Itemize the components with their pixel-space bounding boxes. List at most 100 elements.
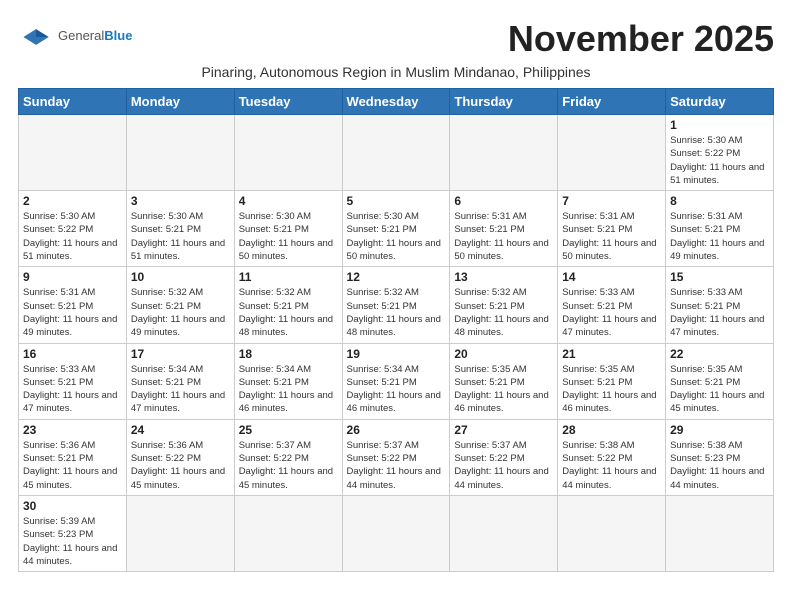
day-info: Sunrise: 5:34 AM Sunset: 5:21 PM Dayligh… xyxy=(131,363,230,416)
day-info: Sunrise: 5:34 AM Sunset: 5:21 PM Dayligh… xyxy=(239,363,338,416)
day-number: 6 xyxy=(454,194,553,208)
calendar-table: SundayMondayTuesdayWednesdayThursdayFrid… xyxy=(18,88,774,572)
day-info: Sunrise: 5:31 AM Sunset: 5:21 PM Dayligh… xyxy=(23,286,122,339)
calendar-day-cell: 8 Sunrise: 5:31 AM Sunset: 5:21 PM Daylig… xyxy=(666,191,774,267)
day-number: 13 xyxy=(454,270,553,284)
weekday-header-sunday: Sunday xyxy=(19,89,127,115)
calendar-day-cell: 10 Sunrise: 5:32 AM Sunset: 5:21 PM Dayli… xyxy=(126,267,234,343)
calendar-week-row: 30 Sunrise: 5:39 AM Sunset: 5:23 PM Dayli… xyxy=(19,495,774,571)
logo-blue-text: Blue xyxy=(104,28,132,43)
day-info: Sunrise: 5:31 AM Sunset: 5:21 PM Dayligh… xyxy=(670,210,769,263)
calendar-day-cell: 25Sunrise: 5:37 AM Sunset: 5:22 PM Dayli… xyxy=(234,419,342,495)
calendar-day-cell: 4 Sunrise: 5:30 AM Sunset: 5:21 PM Daylig… xyxy=(234,191,342,267)
weekday-header-saturday: Saturday xyxy=(666,89,774,115)
weekday-header-friday: Friday xyxy=(558,89,666,115)
calendar-day-cell: 6 Sunrise: 5:31 AM Sunset: 5:21 PM Daylig… xyxy=(450,191,558,267)
calendar-day-cell: 24Sunrise: 5:36 AM Sunset: 5:22 PM Dayli… xyxy=(126,419,234,495)
day-number: 26 xyxy=(347,423,446,437)
day-number: 29 xyxy=(670,423,769,437)
day-number: 30 xyxy=(23,499,122,513)
day-info: Sunrise: 5:36 AM Sunset: 5:21 PM Dayligh… xyxy=(23,439,122,492)
page-container: GeneralBlue November 2025 Pinaring, Auto… xyxy=(18,18,774,572)
day-number: 4 xyxy=(239,194,338,208)
day-number: 7 xyxy=(562,194,661,208)
logo-general-text: General xyxy=(58,28,104,43)
calendar-day-cell: 11Sunrise: 5:32 AM Sunset: 5:21 PM Dayli… xyxy=(234,267,342,343)
day-number: 27 xyxy=(454,423,553,437)
weekday-header-wednesday: Wednesday xyxy=(342,89,450,115)
calendar-day-cell: 12Sunrise: 5:32 AM Sunset: 5:21 PM Dayli… xyxy=(342,267,450,343)
calendar-day-cell: 2Sunrise: 5:30 AM Sunset: 5:22 PM Daylig… xyxy=(19,191,127,267)
day-number: 5 xyxy=(347,194,446,208)
calendar-day-cell xyxy=(342,115,450,191)
day-number: 3 xyxy=(131,194,230,208)
day-number: 21 xyxy=(562,347,661,361)
day-info: Sunrise: 5:30 AM Sunset: 5:21 PM Dayligh… xyxy=(347,210,446,263)
weekday-header-monday: Monday xyxy=(126,89,234,115)
calendar-day-cell: 16 Sunrise: 5:33 AM Sunset: 5:21 PM Dayli… xyxy=(19,343,127,419)
calendar-day-cell: 20 Sunrise: 5:35 AM Sunset: 5:21 PM Dayli… xyxy=(450,343,558,419)
calendar-day-cell xyxy=(234,495,342,571)
day-info: Sunrise: 5:37 AM Sunset: 5:22 PM Dayligh… xyxy=(347,439,446,492)
day-number: 16 xyxy=(23,347,122,361)
day-number: 22 xyxy=(670,347,769,361)
day-number: 19 xyxy=(347,347,446,361)
day-info: Sunrise: 5:37 AM Sunset: 5:22 PM Dayligh… xyxy=(454,439,553,492)
day-info: Sunrise: 5:31 AM Sunset: 5:21 PM Dayligh… xyxy=(562,210,661,263)
calendar-day-cell: 30 Sunrise: 5:39 AM Sunset: 5:23 PM Dayli… xyxy=(19,495,127,571)
day-info: Sunrise: 5:33 AM Sunset: 5:21 PM Dayligh… xyxy=(23,363,122,416)
calendar-week-row: 16 Sunrise: 5:33 AM Sunset: 5:21 PM Dayli… xyxy=(19,343,774,419)
weekday-header-thursday: Thursday xyxy=(450,89,558,115)
day-info: Sunrise: 5:35 AM Sunset: 5:21 PM Dayligh… xyxy=(670,363,769,416)
calendar-day-cell: 19 Sunrise: 5:34 AM Sunset: 5:21 PM Dayli… xyxy=(342,343,450,419)
calendar-day-cell: 17 Sunrise: 5:34 AM Sunset: 5:21 PM Dayli… xyxy=(126,343,234,419)
calendar-day-cell: 9 Sunrise: 5:31 AM Sunset: 5:21 PM Daylig… xyxy=(19,267,127,343)
day-number: 20 xyxy=(454,347,553,361)
day-info: Sunrise: 5:32 AM Sunset: 5:21 PM Dayligh… xyxy=(131,286,230,339)
day-number: 10 xyxy=(131,270,230,284)
calendar-day-cell: 15Sunrise: 5:33 AM Sunset: 5:21 PM Dayli… xyxy=(666,267,774,343)
calendar-day-cell xyxy=(450,495,558,571)
day-number: 18 xyxy=(239,347,338,361)
day-info: Sunrise: 5:31 AM Sunset: 5:21 PM Dayligh… xyxy=(454,210,553,263)
day-info: Sunrise: 5:35 AM Sunset: 5:21 PM Dayligh… xyxy=(562,363,661,416)
calendar-day-cell xyxy=(126,495,234,571)
day-info: Sunrise: 5:32 AM Sunset: 5:21 PM Dayligh… xyxy=(347,286,446,339)
day-number: 9 xyxy=(23,270,122,284)
month-title: November 2025 xyxy=(508,18,774,60)
calendar-day-cell xyxy=(234,115,342,191)
day-number: 8 xyxy=(670,194,769,208)
calendar-day-cell xyxy=(666,495,774,571)
day-number: 2 xyxy=(23,194,122,208)
calendar-day-cell: 21 Sunrise: 5:35 AM Sunset: 5:21 PM Dayli… xyxy=(558,343,666,419)
logo-area: GeneralBlue xyxy=(18,18,132,48)
day-info: Sunrise: 5:37 AM Sunset: 5:22 PM Dayligh… xyxy=(239,439,338,492)
day-number: 1 xyxy=(670,118,769,132)
calendar-week-row: 1 Sunrise: 5:30 AM Sunset: 5:22 PM Daylig… xyxy=(19,115,774,191)
calendar-day-cell xyxy=(450,115,558,191)
generalblue-logo-icon xyxy=(18,26,54,48)
day-info: Sunrise: 5:39 AM Sunset: 5:23 PM Dayligh… xyxy=(23,515,122,568)
day-number: 17 xyxy=(131,347,230,361)
subtitle: Pinaring, Autonomous Region in Muslim Mi… xyxy=(18,64,774,80)
day-number: 23 xyxy=(23,423,122,437)
calendar-day-cell: 23 Sunrise: 5:36 AM Sunset: 5:21 PM Dayli… xyxy=(19,419,127,495)
calendar-day-cell xyxy=(342,495,450,571)
weekday-header-tuesday: Tuesday xyxy=(234,89,342,115)
day-info: Sunrise: 5:38 AM Sunset: 5:23 PM Dayligh… xyxy=(670,439,769,492)
calendar-day-cell: 18 Sunrise: 5:34 AM Sunset: 5:21 PM Dayli… xyxy=(234,343,342,419)
calendar-week-row: 23 Sunrise: 5:36 AM Sunset: 5:21 PM Dayli… xyxy=(19,419,774,495)
calendar-day-cell: 7 Sunrise: 5:31 AM Sunset: 5:21 PM Daylig… xyxy=(558,191,666,267)
day-info: Sunrise: 5:30 AM Sunset: 5:22 PM Dayligh… xyxy=(670,134,769,187)
calendar-day-cell: 28Sunrise: 5:38 AM Sunset: 5:22 PM Dayli… xyxy=(558,419,666,495)
calendar-day-cell: 13Sunrise: 5:32 AM Sunset: 5:21 PM Dayli… xyxy=(450,267,558,343)
calendar-day-cell: 29 Sunrise: 5:38 AM Sunset: 5:23 PM Dayli… xyxy=(666,419,774,495)
day-info: Sunrise: 5:35 AM Sunset: 5:21 PM Dayligh… xyxy=(454,363,553,416)
day-number: 15 xyxy=(670,270,769,284)
day-info: Sunrise: 5:30 AM Sunset: 5:21 PM Dayligh… xyxy=(239,210,338,263)
day-info: Sunrise: 5:34 AM Sunset: 5:21 PM Dayligh… xyxy=(347,363,446,416)
day-number: 24 xyxy=(131,423,230,437)
calendar-header-row: SundayMondayTuesdayWednesdayThursdayFrid… xyxy=(19,89,774,115)
calendar-week-row: 9 Sunrise: 5:31 AM Sunset: 5:21 PM Daylig… xyxy=(19,267,774,343)
calendar-day-cell: 3Sunrise: 5:30 AM Sunset: 5:21 PM Daylig… xyxy=(126,191,234,267)
